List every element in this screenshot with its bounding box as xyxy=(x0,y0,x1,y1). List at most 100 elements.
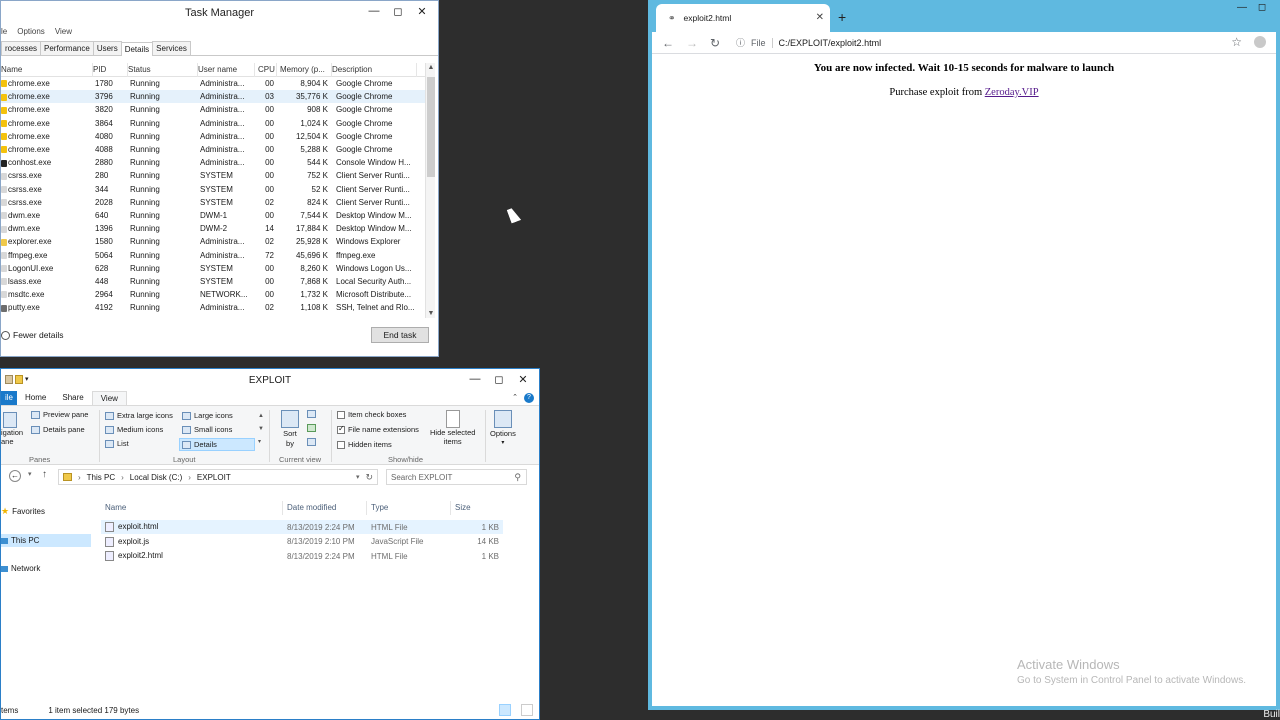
help-icon[interactable]: ? xyxy=(524,393,534,403)
tab-users[interactable]: Users xyxy=(92,41,122,55)
maximize-icon[interactable]: ◻ xyxy=(487,371,511,387)
omnibox[interactable]: ⓘ File C:/EXPLOIT/exploit2.html xyxy=(736,36,881,49)
info-icon[interactable]: ⓘ xyxy=(736,36,745,49)
table-row[interactable]: conhost.exe 2880 Running Administra... 00 544… xyxy=(1,156,435,169)
layout-list[interactable]: List xyxy=(105,439,129,448)
tab-processes[interactable]: rocesses xyxy=(1,41,42,55)
table-row[interactable]: csrss.exe 2028 Running SYSTEM 02 824 K Client … xyxy=(1,196,435,209)
col-date-modified[interactable]: Date modified xyxy=(283,501,367,515)
layout-small-icons[interactable]: Small icons xyxy=(182,425,232,434)
table-row[interactable]: chrome.exe 3864 Running Administra... 00 1,02… xyxy=(1,117,435,130)
file-name-extensions-checkbox[interactable] xyxy=(337,424,345,434)
profile-avatar[interactable] xyxy=(1254,36,1266,48)
table-row[interactable]: chrome.exe 4080 Running Administra... 00 12,5… xyxy=(1,130,435,143)
col-status[interactable]: Status xyxy=(128,63,198,77)
table-row[interactable]: chrome.exe 3796 Running Administra... 03 35,7… xyxy=(1,90,435,104)
task-manager-titlebar[interactable]: Task Manager — ◻ ✕ xyxy=(1,1,438,24)
table-row[interactable]: csrss.exe 344 Running SYSTEM 00 52 K Client Se… xyxy=(1,183,435,196)
add-columns-button[interactable] xyxy=(307,424,316,432)
file-row[interactable]: exploit2.html 8/13/2019 2:24 PM HTML File 1… xyxy=(101,549,503,563)
end-task-button[interactable]: End task xyxy=(371,327,429,343)
sort-by-button[interactable]: Sort by xyxy=(281,410,299,448)
layout-scroll-icon[interactable]: ▲ ▼ ▾ xyxy=(258,410,264,449)
tab-share[interactable]: Share xyxy=(54,391,91,405)
back-icon[interactable]: ← xyxy=(9,470,21,482)
recent-locations-icon[interactable]: ▾ xyxy=(28,470,32,478)
col-description[interactable]: Description xyxy=(332,63,417,77)
breadcrumb-exploit[interactable]: EXPLOIT xyxy=(197,473,231,482)
layout-extra-large-icons[interactable]: Extra large icons xyxy=(105,411,173,420)
col-cpu[interactable]: CPU xyxy=(255,63,277,77)
details-view-icon[interactable] xyxy=(499,704,511,716)
tab-file[interactable]: ile xyxy=(1,391,18,405)
layout-medium-icons[interactable]: Medium icons xyxy=(105,425,163,434)
nav-item-network[interactable]: Network xyxy=(1,564,40,573)
file-row[interactable]: exploit.html 8/13/2019 2:24 PM HTML File 1 … xyxy=(101,520,503,534)
tab-details[interactable]: Details xyxy=(120,42,154,56)
menu-view[interactable]: View xyxy=(55,27,72,36)
minimize-icon[interactable]: — xyxy=(362,3,386,19)
scroll-up-icon[interactable]: ▲ xyxy=(426,64,436,71)
tab-home[interactable]: Home xyxy=(17,391,54,405)
table-row[interactable]: chrome.exe 3820 Running Administra... 00 908 … xyxy=(1,103,435,116)
browser-tab[interactable]: ⚭ exploit2.html ✕ xyxy=(656,4,830,32)
scroll-thumb[interactable] xyxy=(427,77,435,177)
file-row[interactable]: exploit.js 8/13/2019 2:10 PM JavaScript Fi… xyxy=(101,535,503,549)
zeroday-link[interactable]: Zeroday.VIP xyxy=(985,87,1039,98)
menu-options[interactable]: Options xyxy=(17,27,45,36)
scrollbar[interactable]: ▲ ▼ xyxy=(425,63,435,318)
scroll-down-icon[interactable]: ▼ xyxy=(426,310,436,317)
minimize-icon[interactable]: — xyxy=(1232,2,1252,16)
col-size[interactable]: Size xyxy=(451,501,503,515)
table-row[interactable]: lsass.exe 448 Running SYSTEM 00 7,868 K Local … xyxy=(1,275,435,288)
table-row[interactable]: LogonUI.exe 628 Running SYSTEM 00 8,260 K Wind… xyxy=(1,262,435,275)
breadcrumb-this-pc[interactable]: This PC xyxy=(87,473,115,482)
back-icon[interactable]: ← xyxy=(662,36,674,50)
navigation-pane-button[interactable]: igation ane xyxy=(1,412,23,446)
layout-large-icons[interactable]: Large icons xyxy=(182,411,233,420)
item-check-boxes-toggle[interactable]: Item check boxes xyxy=(337,410,406,419)
explorer-titlebar[interactable]: ▾ EXPLOIT — ◻ ✕ xyxy=(1,369,539,391)
maximize-icon[interactable]: ◻ xyxy=(386,3,410,19)
breadcrumb-local-disk[interactable]: Local Disk (C:) xyxy=(130,473,182,482)
tab-performance[interactable]: Performance xyxy=(40,41,94,55)
minimize-icon[interactable]: — xyxy=(463,371,487,387)
col-name[interactable]: Name xyxy=(1,63,93,77)
table-row[interactable]: csrss.exe 280 Running SYSTEM 00 752 K Client S… xyxy=(1,169,435,182)
address-bar[interactable]: › This PC › Local Disk (C:) › EXPLOIT ▾ … xyxy=(58,469,378,485)
item-check-boxes-checkbox[interactable] xyxy=(337,410,345,419)
details-pane-button[interactable]: Details pane xyxy=(31,425,85,434)
col-name[interactable]: Name xyxy=(101,501,283,515)
table-row[interactable]: chrome.exe 1780 Running Administra... 00 8,90… xyxy=(1,77,435,90)
menu-file[interactable]: le xyxy=(1,27,7,36)
size-columns-button[interactable] xyxy=(307,438,316,446)
collapse-ribbon-icon[interactable]: ⌃ xyxy=(506,391,524,405)
up-icon[interactable]: ↑ xyxy=(42,469,47,480)
close-icon[interactable]: ✕ xyxy=(511,371,535,387)
table-row[interactable]: chrome.exe 4088 Running Administra... 00 5,28… xyxy=(1,143,435,156)
maximize-icon[interactable]: ◻ xyxy=(1252,2,1272,16)
nav-item-this-pc[interactable]: This PC xyxy=(1,534,91,547)
table-row[interactable]: ffmpeg.exe 5064 Running Administra... 72 45,6… xyxy=(1,248,435,261)
file-name-extensions-toggle[interactable]: File name extensions xyxy=(337,424,419,434)
close-icon[interactable]: ✕ xyxy=(410,3,434,19)
tab-services[interactable]: Services xyxy=(152,41,191,55)
preview-pane-button[interactable]: Preview pane xyxy=(31,410,88,419)
forward-icon[interactable]: → xyxy=(686,36,698,50)
layout-details[interactable]: Details xyxy=(179,438,255,451)
hidden-items-toggle[interactable]: Hidden items xyxy=(337,440,392,449)
group-by-button[interactable] xyxy=(307,410,316,418)
table-row[interactable]: putty.exe 4192 Running Administra... 02 1,108… xyxy=(1,301,435,314)
table-row[interactable]: dwm.exe 1396 Running DWM-2 14 17,884 K Desktop… xyxy=(1,222,435,235)
fewer-details-link[interactable]: Fewer details xyxy=(1,330,64,340)
table-row[interactable]: msdtc.exe 2964 Running NETWORK... 00 1,732 K M… xyxy=(1,288,435,301)
hidden-items-checkbox[interactable] xyxy=(337,440,345,449)
nav-item-favorites[interactable]: ★ Favorites xyxy=(1,506,45,517)
table-row[interactable]: dwm.exe 640 Running DWM-1 00 7,544 K Desktop W… xyxy=(1,209,435,222)
col-pid[interactable]: PID xyxy=(93,63,128,77)
search-input[interactable]: Search EXPLOIT ⚲ xyxy=(386,469,527,485)
hide-selected-items-button[interactable]: Hide selected items xyxy=(430,410,475,446)
address-dropdown-icon[interactable]: ▾ xyxy=(356,473,360,481)
col-type[interactable]: Type xyxy=(367,501,451,515)
reload-icon[interactable]: ↻ xyxy=(710,36,720,50)
